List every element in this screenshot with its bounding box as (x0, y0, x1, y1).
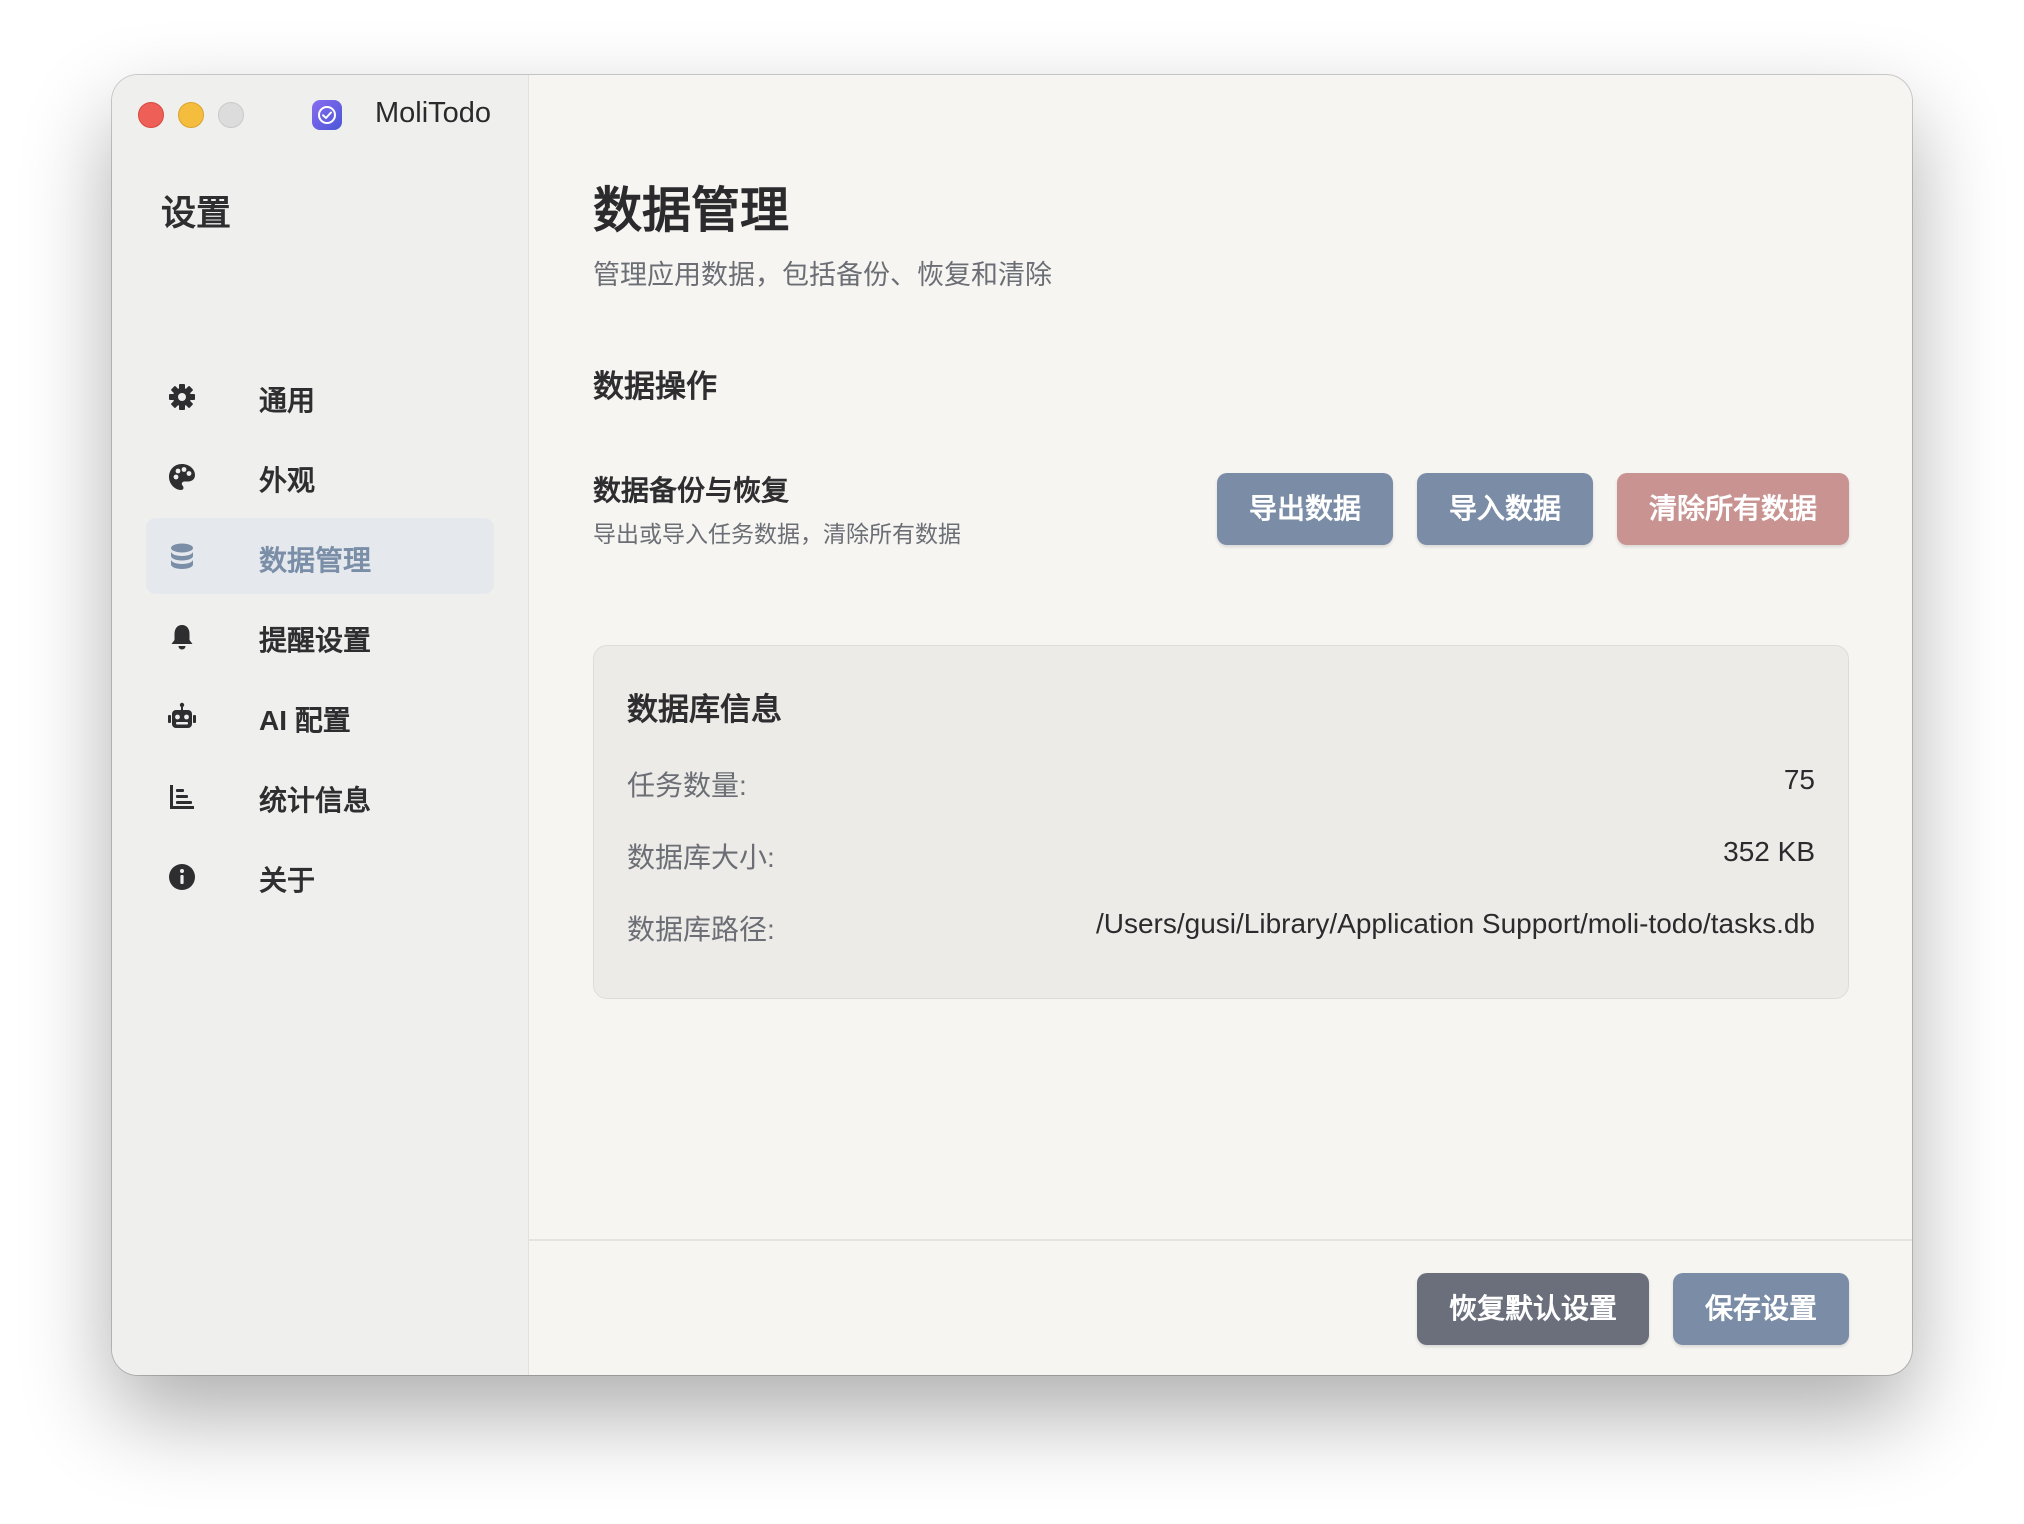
sidebar-item-label: AI 配置 (259, 705, 351, 736)
database-info-title: 数据库信息 (627, 692, 782, 727)
sidebar-item-label: 数据管理 (259, 545, 372, 576)
sidebar-item-label: 统计信息 (259, 785, 372, 816)
clear-all-data-button[interactable]: 清除所有数据 (1617, 473, 1849, 545)
bell-icon (167, 622, 197, 652)
check-badge-icon (312, 100, 342, 130)
gear-icon (167, 382, 197, 412)
sidebar-item-label: 提醒设置 (259, 625, 372, 656)
close-window-button[interactable] (138, 102, 164, 128)
task-count-value: 75 (1783, 764, 1815, 795)
save-settings-button[interactable]: 保存设置 (1673, 1273, 1849, 1345)
database-size-label: 数据库大小: (627, 842, 775, 873)
app-title: MoliTodo (375, 97, 492, 129)
database-path-value: /Users/gusi/Library/Application Support/… (1095, 908, 1815, 939)
database-path-label: 数据库路径: (627, 914, 775, 945)
main-content: 数据管理 管理应用数据，包括备份、恢复和清除 数据操作 数据备份与恢复 导出或导… (529, 75, 1912, 1375)
sidebar-item-general[interactable]: 通用 (146, 358, 494, 434)
footer-divider (529, 1239, 1912, 1241)
database-icon (167, 542, 197, 572)
page-title: 数据管理 (593, 184, 790, 238)
backup-row-title: 数据备份与恢复 (593, 475, 790, 506)
import-data-button[interactable]: 导入数据 (1417, 473, 1593, 545)
database-size-value: 352 KB (1723, 836, 1815, 867)
zoom-window-button[interactable] (218, 102, 244, 128)
section-title-data-operations: 数据操作 (593, 369, 717, 404)
database-info-card: 数据库信息 任务数量: 75 数据库大小: 352 KB 数据库路径: /Use… (593, 645, 1849, 999)
chart-icon (167, 782, 197, 812)
sidebar-item-about[interactable]: 关于 (146, 838, 494, 914)
reset-defaults-button[interactable]: 恢复默认设置 (1417, 1273, 1649, 1345)
sidebar-item-appearance[interactable]: 外观 (146, 438, 494, 514)
sidebar-item-label: 关于 (259, 865, 316, 896)
info-icon (167, 862, 197, 892)
robot-icon (167, 702, 197, 732)
sidebar-heading: 设置 (161, 194, 232, 233)
page-subtitle: 管理应用数据，包括备份、恢复和清除 (593, 260, 1052, 290)
export-data-button[interactable]: 导出数据 (1217, 473, 1393, 545)
sidebar: MoliTodo 设置 通用 外观 数据管理 提醒设置 AI 配置 统计信息 关… (112, 75, 529, 1375)
task-count-label: 任务数量: (627, 770, 747, 801)
sidebar-item-data-management[interactable]: 数据管理 (146, 518, 494, 594)
sidebar-item-label: 外观 (259, 465, 316, 496)
sidebar-item-label: 通用 (259, 385, 316, 416)
backup-row-description: 导出或导入任务数据，清除所有数据 (593, 521, 961, 547)
sidebar-item-ai-config[interactable]: AI 配置 (146, 678, 494, 754)
palette-icon (167, 462, 197, 492)
sidebar-item-statistics[interactable]: 统计信息 (146, 758, 494, 834)
settings-window: MoliTodo 设置 通用 外观 数据管理 提醒设置 AI 配置 统计信息 关… (112, 75, 1912, 1375)
sidebar-item-reminders[interactable]: 提醒设置 (146, 598, 494, 674)
minimize-window-button[interactable] (178, 102, 204, 128)
